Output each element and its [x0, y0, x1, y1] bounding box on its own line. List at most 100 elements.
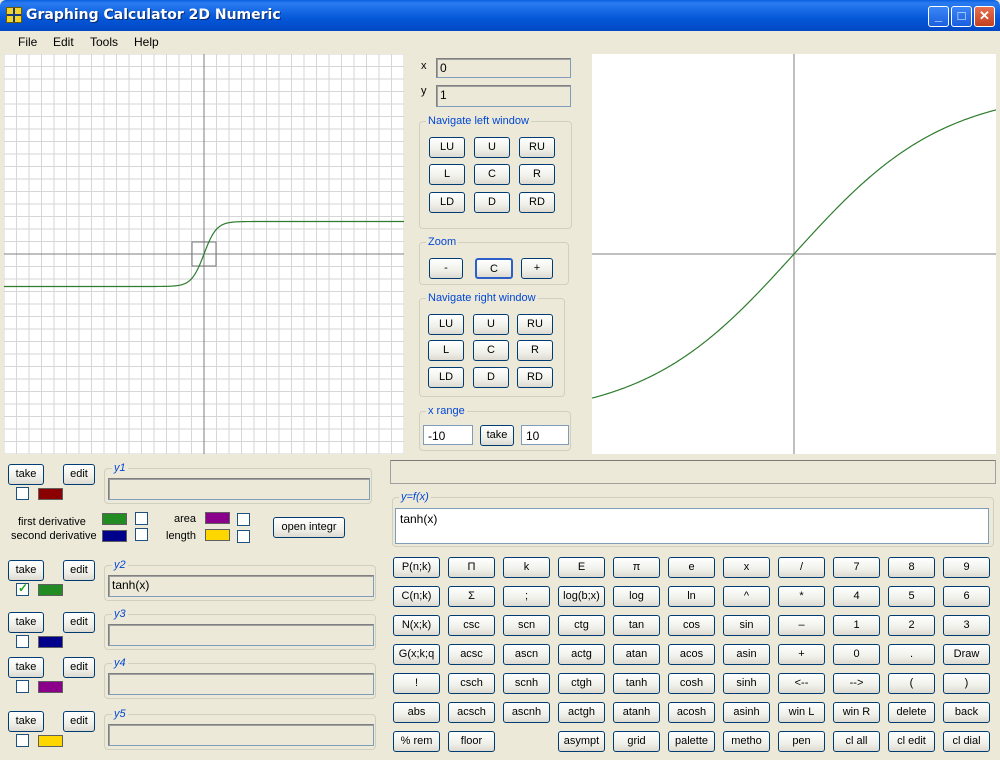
key-6-button[interactable]: 6: [943, 586, 990, 607]
key-blank-button[interactable]: *: [778, 586, 825, 607]
area-checkbox[interactable]: [237, 513, 250, 526]
key-blank-button[interactable]: ;: [503, 586, 550, 607]
nav-right-lu-button[interactable]: LU: [428, 314, 464, 335]
y1-checkbox[interactable]: [16, 487, 29, 500]
key-atan-button[interactable]: atan: [613, 644, 660, 665]
first-derivative-checkbox[interactable]: [135, 512, 148, 525]
key-4-button[interactable]: 4: [833, 586, 880, 607]
key-abs-button[interactable]: abs: [393, 702, 440, 723]
y4-take-button[interactable]: take: [8, 657, 44, 678]
key-cl-edit-button[interactable]: cl edit: [888, 731, 935, 752]
key-scnh-button[interactable]: scnh: [503, 673, 550, 694]
key-c-n-k-button[interactable]: C(n;k): [393, 586, 440, 607]
key-9-button[interactable]: 9: [943, 557, 990, 578]
nav-left-r-button[interactable]: R: [519, 164, 555, 185]
y1-take-button[interactable]: take: [8, 464, 44, 485]
key-blank-button[interactable]: +: [778, 644, 825, 665]
key-palette-button[interactable]: palette: [668, 731, 715, 752]
minimize-button[interactable]: _: [928, 6, 949, 27]
key-acsc-button[interactable]: acsc: [448, 644, 495, 665]
key-blank-button[interactable]: –: [778, 615, 825, 636]
first-derivative-color[interactable]: [102, 513, 127, 525]
y-coord-field[interactable]: 1: [436, 85, 571, 107]
menu-tools[interactable]: Tools: [90, 35, 118, 49]
y3-checkbox[interactable]: [16, 635, 29, 648]
y5-function-field[interactable]: [108, 724, 374, 746]
key-blank-button[interactable]: -->: [833, 673, 880, 694]
key-ln-button[interactable]: ln: [668, 586, 715, 607]
y3-take-button[interactable]: take: [8, 612, 44, 633]
key-cos-button[interactable]: cos: [668, 615, 715, 636]
function-input[interactable]: tanh(x): [395, 508, 989, 544]
key-ctgh-button[interactable]: ctgh: [558, 673, 605, 694]
nav-left-c-button[interactable]: C: [474, 164, 510, 185]
key-log-b-x-button[interactable]: log(b;x): [558, 586, 605, 607]
y5-take-button[interactable]: take: [8, 711, 44, 732]
key-rem-button[interactable]: % rem: [393, 731, 440, 752]
key-blank-button[interactable]: π: [613, 557, 660, 578]
nav-right-u-button[interactable]: U: [473, 314, 509, 335]
key-5-button[interactable]: 5: [888, 586, 935, 607]
left-graph-canvas[interactable]: [3, 53, 405, 455]
second-derivative-color[interactable]: [102, 530, 127, 542]
key-actg-button[interactable]: actg: [558, 644, 605, 665]
key-draw-button[interactable]: Draw: [943, 644, 990, 665]
key-acsch-button[interactable]: acsch: [448, 702, 495, 723]
key-asin-button[interactable]: asin: [723, 644, 770, 665]
x-coord-field[interactable]: 0: [436, 58, 571, 78]
menu-file[interactable]: File: [18, 35, 37, 49]
key-e-button[interactable]: E: [558, 557, 605, 578]
y5-edit-button[interactable]: edit: [63, 711, 95, 732]
length-checkbox[interactable]: [237, 530, 250, 543]
key-blank-button[interactable]: <--: [778, 673, 825, 694]
menu-edit[interactable]: Edit: [53, 35, 74, 49]
key-1-button[interactable]: 1: [833, 615, 880, 636]
area-color[interactable]: [205, 512, 230, 524]
nav-left-lu-button[interactable]: LU: [429, 137, 465, 158]
key-x-button[interactable]: x: [723, 557, 770, 578]
key-acosh-button[interactable]: acosh: [668, 702, 715, 723]
y1-function-field[interactable]: [108, 478, 370, 500]
nav-right-r-button[interactable]: R: [517, 340, 553, 361]
length-color[interactable]: [205, 529, 230, 541]
nav-right-rd-button[interactable]: RD: [517, 367, 553, 388]
key-blank-button[interactable]: ^: [723, 586, 770, 607]
key-8-button[interactable]: 8: [888, 557, 935, 578]
nav-left-d-button[interactable]: D: [474, 192, 510, 213]
zoom-center-button[interactable]: C: [475, 258, 513, 279]
close-button[interactable]: ✕: [974, 6, 995, 27]
nav-right-l-button[interactable]: L: [428, 340, 464, 361]
key-asinh-button[interactable]: asinh: [723, 702, 770, 723]
nav-left-rd-button[interactable]: RD: [519, 192, 555, 213]
key-win-l-button[interactable]: win L: [778, 702, 825, 723]
key-blank-button[interactable]: /: [778, 557, 825, 578]
x-range-take-button[interactable]: take: [480, 425, 514, 446]
key-e-button[interactable]: e: [668, 557, 715, 578]
key-asympt-button[interactable]: asympt: [558, 731, 605, 752]
key-actgh-button[interactable]: actgh: [558, 702, 605, 723]
zoom-out-button[interactable]: -: [429, 258, 463, 279]
y3-function-field[interactable]: [108, 624, 374, 646]
key-n-x-k-button[interactable]: N(x;k): [393, 615, 440, 636]
key-tan-button[interactable]: tan: [613, 615, 660, 636]
key-7-button[interactable]: 7: [833, 557, 880, 578]
y3-color-swatch[interactable]: [38, 636, 63, 648]
key-sinh-button[interactable]: sinh: [723, 673, 770, 694]
key-0-button[interactable]: 0: [833, 644, 880, 665]
y4-checkbox[interactable]: [16, 680, 29, 693]
key-acos-button[interactable]: acos: [668, 644, 715, 665]
nav-left-l-button[interactable]: L: [429, 164, 465, 185]
y2-color-swatch[interactable]: [38, 584, 63, 596]
key-blank-button[interactable]: !: [393, 673, 440, 694]
zoom-in-button[interactable]: +: [521, 258, 553, 279]
right-graph-canvas[interactable]: [591, 54, 997, 454]
key-csc-button[interactable]: csc: [448, 615, 495, 636]
key-back-button[interactable]: back: [943, 702, 990, 723]
key-delete-button[interactable]: delete: [888, 702, 935, 723]
key-tanh-button[interactable]: tanh: [613, 673, 660, 694]
key-cl-dial-button[interactable]: cl dial: [943, 731, 990, 752]
y5-checkbox[interactable]: [16, 734, 29, 747]
key-csch-button[interactable]: csch: [448, 673, 495, 694]
key-blank-button[interactable]: ): [943, 673, 990, 694]
key-win-r-button[interactable]: win R: [833, 702, 880, 723]
